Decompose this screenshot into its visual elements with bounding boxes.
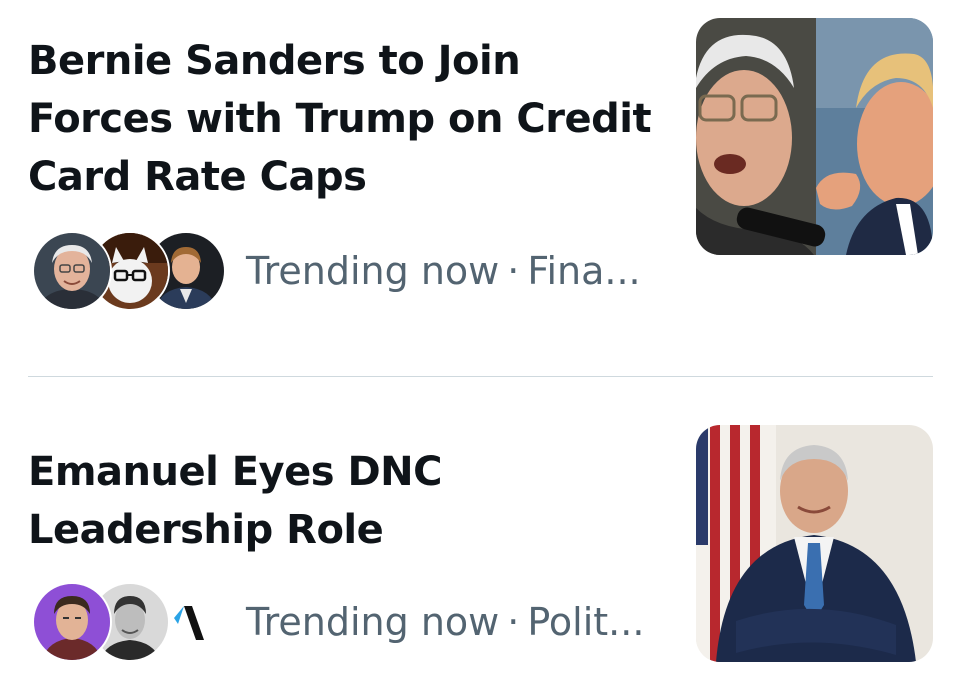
story-thumbnail[interactable]	[696, 18, 933, 255]
trend-card[interactable]: Emanuel Eyes DNC Leadership Role Trendin…	[0, 377, 960, 698]
avatar-stack	[32, 231, 226, 311]
trend-category: Polit...	[527, 600, 645, 644]
avatar	[32, 231, 112, 311]
story-headline[interactable]: Emanuel Eyes DNC Leadership Role	[28, 443, 678, 559]
trend-status: Trending now	[246, 600, 500, 644]
story-meta: Trending now · Fina...	[32, 231, 641, 311]
trend-info: Trending now · Polit...	[246, 600, 644, 644]
separator-dot: ·	[507, 600, 520, 644]
story-meta: Trending now · Polit...	[32, 582, 644, 662]
avatar	[32, 582, 112, 662]
headline-line: Bernie Sanders to Join	[28, 38, 521, 84]
trend-status: Trending now	[246, 249, 500, 293]
headline-line: Forces with Trump on Credit	[28, 96, 652, 142]
story-thumbnail[interactable]	[696, 425, 933, 662]
separator-dot: ·	[507, 249, 520, 293]
trend-category: Fina...	[527, 249, 641, 293]
trend-card[interactable]: Bernie Sanders to Join Forces with Trump…	[0, 0, 960, 376]
avatar-stack	[32, 582, 226, 662]
headline-line: Card Rate Caps	[28, 154, 367, 200]
headline-line: Emanuel Eyes DNC	[28, 449, 443, 495]
trend-info: Trending now · Fina...	[246, 249, 641, 293]
headline-line: Leadership Role	[28, 507, 384, 553]
story-headline[interactable]: Bernie Sanders to Join Forces with Trump…	[28, 32, 678, 206]
